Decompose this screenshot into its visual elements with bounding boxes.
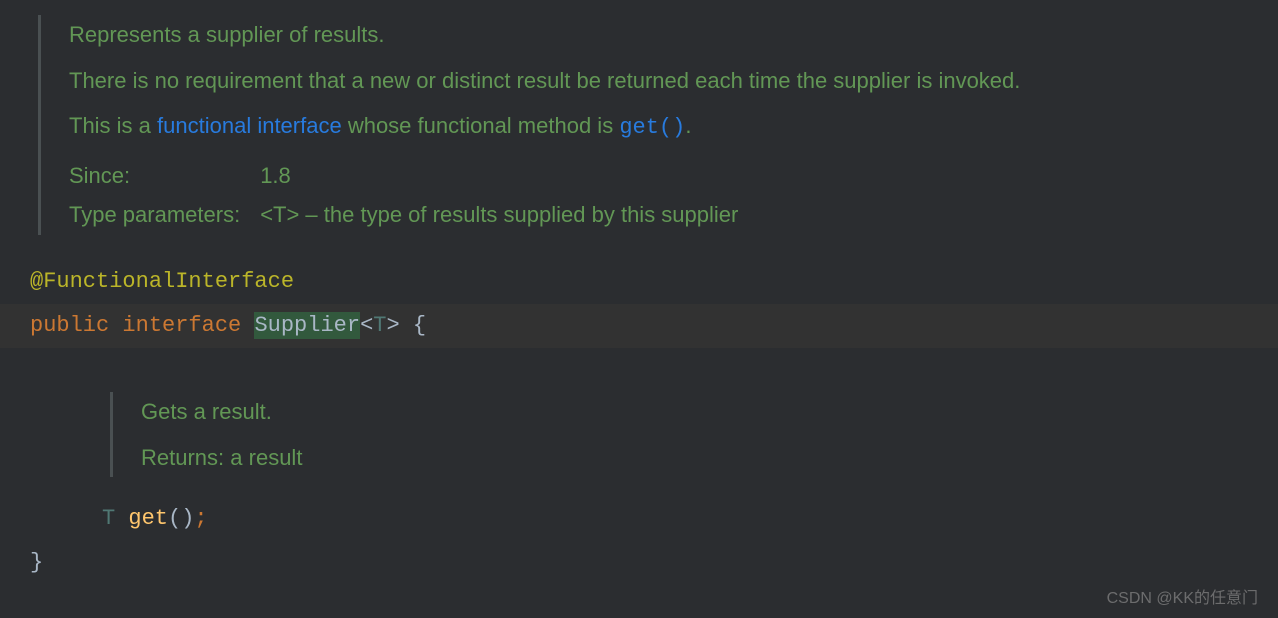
annotation-line[interactable]: @FunctionalInterface	[30, 260, 1248, 304]
returns-value: a result	[230, 445, 302, 470]
javadoc-typeparam-value: <T> – the type of results supplied by th…	[260, 195, 738, 235]
code-editor[interactable]: Represents a supplier of results. There …	[0, 0, 1278, 600]
javadoc-text: .	[685, 113, 691, 138]
method-parens: ()	[168, 506, 194, 531]
javadoc-link-functional-interface[interactable]: functional interface	[157, 113, 342, 138]
javadoc-summary: Represents a supplier of results.	[69, 15, 1248, 55]
keyword-interface: interface	[122, 313, 241, 338]
javadoc-block: Represents a supplier of results. There …	[38, 15, 1248, 235]
semicolon: ;	[194, 506, 207, 531]
watermark: CSDN @KK的任意门	[1107, 584, 1258, 608]
method-name: get	[128, 506, 168, 531]
brace-open: {	[413, 313, 426, 338]
javadoc-since-row: Since: 1.8	[69, 156, 738, 196]
javadoc-since-label: Since:	[69, 156, 260, 196]
javadoc-link-method[interactable]: get()	[619, 115, 685, 140]
angle-lt: <	[360, 313, 373, 338]
javadoc-typeparam-label: Type parameters:	[69, 195, 260, 235]
method-javadoc-block: Gets a result. Returns: a result	[110, 392, 1248, 477]
angle-gt: >	[386, 313, 399, 338]
method-javadoc-summary: Gets a result.	[141, 392, 1248, 432]
javadoc-description: There is no requirement that a new or di…	[69, 61, 1248, 101]
annotation: @FunctionalInterface	[30, 269, 294, 294]
javadoc-text: whose functional method is	[342, 113, 620, 138]
keyword-public: public	[30, 313, 109, 338]
return-type: T	[102, 506, 115, 531]
javadoc-tags: Since: 1.8 Type parameters: <T> – the ty…	[69, 156, 738, 235]
javadoc-since-value: 1.8	[260, 156, 738, 196]
javadoc-functional: This is a functional interface whose fun…	[69, 106, 1248, 148]
returns-label: Returns:	[141, 445, 224, 470]
javadoc-typeparam-row: Type parameters: <T> – the type of resul…	[69, 195, 738, 235]
brace-close: }	[30, 550, 43, 575]
brace-close-line[interactable]: }	[30, 541, 1248, 585]
method-javadoc-returns: Returns: a result	[141, 438, 1248, 478]
class-name: Supplier	[254, 312, 360, 339]
type-parameter: T	[373, 313, 386, 338]
class-declaration-line[interactable]: public interface Supplier<T> {	[0, 304, 1278, 348]
method-declaration-line[interactable]: T get();	[30, 497, 1248, 541]
blank-line[interactable]	[30, 348, 1248, 392]
javadoc-text: This is a	[69, 113, 157, 138]
